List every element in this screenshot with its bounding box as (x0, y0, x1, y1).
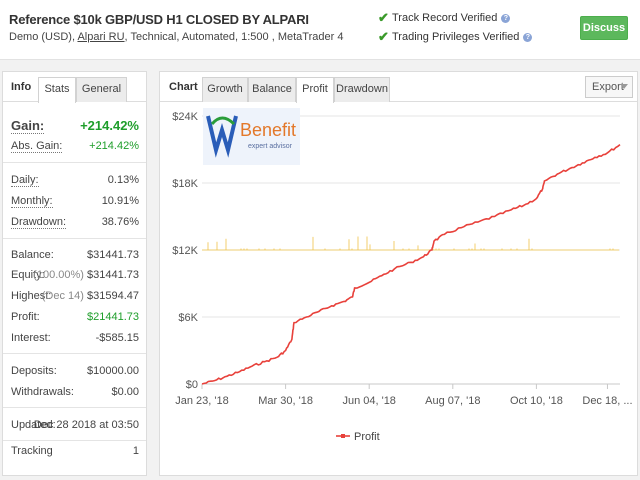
account-details: Demo (USD), Alpari RU, Technical, Automa… (9, 31, 343, 43)
tab-profit[interactable]: Profit (296, 77, 334, 103)
account-meta: , Technical, Automated, 1:500 , MetaTrad… (124, 31, 344, 43)
broker-link[interactable]: Alpari RU (77, 31, 124, 43)
x-axis-ticks (201, 384, 608, 389)
tracking-value[interactable]: 1 (133, 445, 139, 457)
abs-gain-value: +214.42% (89, 140, 139, 152)
info-label: Info (11, 81, 32, 93)
profit-chart[interactable]: $0 $6K $12K $18K $24K Jan 23, '18 Mar 30, '18… (160, 102, 637, 476)
y-tick-label: $24K (172, 111, 198, 123)
checkmark-icon: ✔ (378, 29, 389, 44)
track-record-label: Track Record Verified (392, 12, 498, 24)
tab-growth[interactable]: Growth (202, 77, 248, 102)
equity-percent: (100.00%) (33, 269, 84, 281)
daily-value: 0.13% (107, 174, 139, 186)
updated-value: Dec 28 2018 at 03:50 (33, 419, 139, 431)
baseline-series (202, 236, 619, 251)
profit-label: Profit: (11, 311, 40, 323)
tab-balance[interactable]: Balance (248, 77, 296, 102)
chart-legend: Profit (336, 431, 380, 443)
profit-value: $21441.73 (87, 311, 139, 323)
account-type: Demo (USD), (9, 31, 76, 43)
abs-gain-label: Abs. Gain: (11, 140, 63, 153)
x-axis-labels: Jan 23, '18 Mar 30, '18 Jun 04, '18 Aug 07,… (175, 395, 632, 407)
chart-label: Chart (169, 81, 198, 93)
x-tick-label: Aug 07, '18 (425, 395, 480, 407)
help-icon[interactable]: ? (523, 32, 533, 42)
daily-label: Daily: (11, 174, 39, 187)
divider (3, 353, 146, 354)
benefit-logo: Benefit expert advisor (203, 108, 300, 165)
x-tick-label: Dec 18, ... (582, 395, 632, 407)
tracking-label: Tracking (11, 445, 53, 457)
monthly-label: Monthly: (11, 195, 53, 208)
account-header: Reference $10k GBP/USD H1 CLOSED BY ALPA… (0, 0, 640, 60)
chevron-down-icon (620, 84, 628, 89)
trading-privileges-verified: ✔ Trading Privileges Verified ? (378, 29, 533, 45)
divider (3, 407, 146, 408)
x-tick-label: Mar 30, '18 (258, 395, 313, 407)
divider (3, 440, 146, 441)
highest-value: $31594.47 (87, 290, 139, 302)
x-tick-label: Jun 04, '18 (342, 395, 395, 407)
info-tabbar: Info Stats General (3, 72, 146, 103)
deposits-label: Deposits: (11, 365, 57, 377)
track-record-verified: ✔ Track Record Verified ? (378, 10, 511, 26)
logo-text: Benefit (240, 120, 296, 140)
interest-value: -$585.15 (95, 332, 139, 344)
drawdown-value: 38.76% (101, 216, 139, 228)
x-tick-label: Jan 23, '18 (175, 395, 228, 407)
y-tick-label: $6K (178, 312, 198, 324)
trading-privileges-label: Trading Privileges Verified (392, 31, 520, 43)
tab-general[interactable]: General (76, 77, 127, 102)
balance-label: Balance: (11, 249, 54, 261)
info-panel: Info Stats General Gain: +214.42% Abs. G… (2, 71, 147, 476)
chart-panel: Chart Growth Balance Profit Drawdown Exp… (159, 71, 638, 476)
system-title: Reference $10k GBP/USD H1 CLOSED BY ALPA… (9, 12, 309, 27)
monthly-value: 10.91% (101, 195, 139, 207)
deposits-value: $10000.00 (87, 365, 139, 377)
chart-tabbar: Chart Growth Balance Profit Drawdown Exp… (160, 72, 637, 103)
withdrawals-label: Withdrawals: (11, 386, 74, 398)
tab-stats[interactable]: Stats (38, 77, 76, 103)
divider (3, 238, 146, 239)
x-tick-label: Oct 10, '18 (510, 395, 563, 407)
discuss-button[interactable]: Discuss (580, 16, 628, 40)
legend-marker (341, 434, 345, 438)
divider (3, 162, 146, 163)
gain-label: Gain: (11, 118, 45, 134)
checkmark-icon: ✔ (378, 10, 389, 25)
profit-series-line (201, 143, 621, 385)
y-tick-label: $0 (186, 379, 198, 391)
logo-subtext: expert advisor (248, 143, 293, 150)
equity-value: $31441.73 (87, 269, 139, 281)
y-tick-label: $18K (172, 178, 198, 190)
tab-drawdown[interactable]: Drawdown (334, 77, 390, 102)
highest-date: (Dec 14) (41, 290, 84, 302)
drawdown-label: Drawdown: (11, 216, 67, 229)
help-icon[interactable]: ? (501, 13, 511, 23)
legend-label-profit: Profit (354, 431, 380, 443)
y-axis-labels: $0 $6K $12K $18K $24K (172, 111, 198, 391)
balance-value: $31441.73 (87, 249, 139, 261)
export-dropdown[interactable]: Export (585, 76, 633, 98)
interest-label: Interest: (11, 332, 51, 344)
gain-value: +214.42% (80, 118, 139, 133)
y-tick-label: $12K (172, 245, 198, 257)
withdrawals-value: $0.00 (111, 386, 139, 398)
